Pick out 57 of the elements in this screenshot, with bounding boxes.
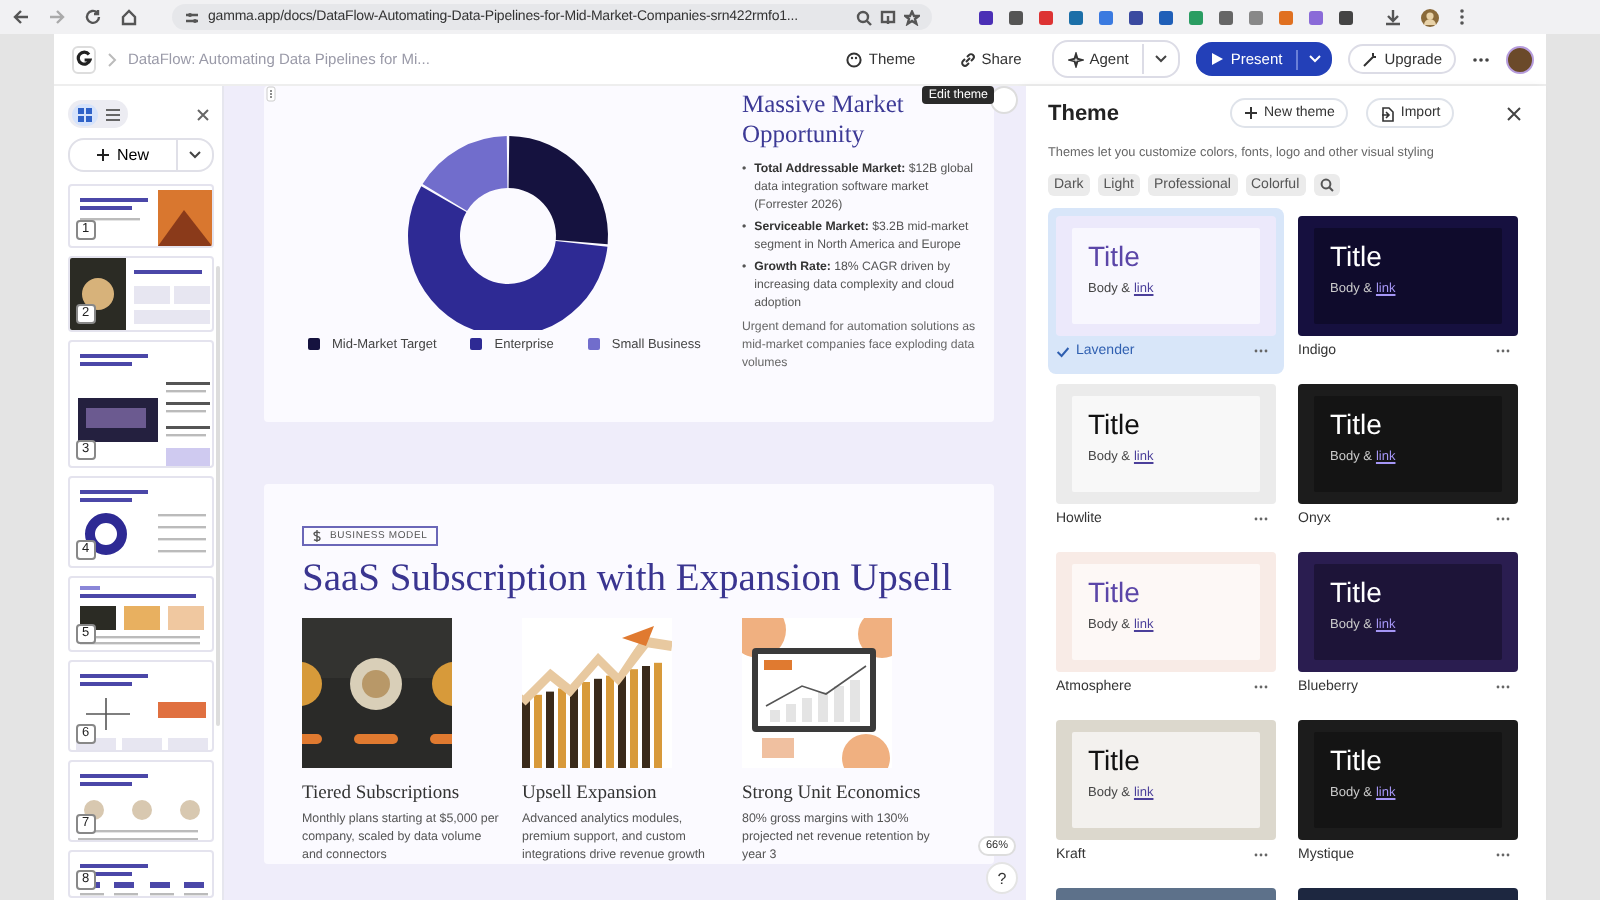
profile-avatar-icon[interactable] [1420,7,1440,27]
theme-sample-title: Title [1330,408,1384,440]
slide-heading: Massive Market Opportunity [742,90,906,150]
column-heading: Strong Unit Economics [742,784,923,804]
theme-sample-title: Title [1330,240,1384,272]
theme-sample-title: Title [1330,744,1384,776]
download-icon[interactable] [1384,8,1402,26]
more-icon[interactable] [1254,852,1268,858]
slide-menu-icon[interactable] [266,86,276,102]
grid-icon [75,105,93,123]
plus-icon [1244,106,1258,120]
more-icon[interactable] [1496,348,1510,354]
reload-icon[interactable] [84,8,102,26]
logo-icon[interactable] [72,45,96,73]
caret-icon[interactable] [1154,54,1169,64]
help-button[interactable]: ? [986,862,1018,894]
theme-sample-title: Title [1088,576,1142,608]
more-icon[interactable] [1254,516,1268,522]
link-icon [959,51,976,67]
list-icon [103,105,121,123]
theme-sample-title: Title [1088,744,1142,776]
more-icon[interactable] [1496,852,1510,858]
chevron-icon [106,51,118,67]
magic-wand-icon [1362,51,1379,67]
slide-title: SaaS Subscription with Expansion Upsell [302,558,954,602]
grid-view-toggle[interactable] [71,103,97,125]
theme-sample-title: Title [1088,240,1142,272]
search-button[interactable] [1313,174,1340,196]
home-icon[interactable] [120,8,138,26]
install-icon[interactable] [880,9,896,25]
plus-icon [96,148,111,162]
more-menu-icon[interactable] [1458,8,1466,26]
play-icon [1210,52,1225,66]
panel-title: Theme [1048,101,1121,125]
close-icon[interactable] [196,107,210,121]
theme-sample-title: Title [1088,408,1142,440]
site-settings-icon[interactable] [184,9,200,25]
more-icon[interactable] [1472,55,1490,63]
more-icon[interactable] [1254,348,1268,354]
slide-preview-drawing [70,258,212,330]
caret-icon[interactable] [188,150,202,160]
zoom-icon[interactable] [856,9,872,25]
column-heading: Upsell Expansion [522,784,659,804]
more-icon[interactable] [1496,516,1510,522]
dollar-icon [312,530,322,542]
user-avatar[interactable] [1506,45,1534,73]
theme-sample-title: Title [1330,576,1384,608]
more-icon[interactable] [1496,684,1510,690]
more-icon[interactable] [1254,684,1268,690]
import-icon [1380,105,1395,121]
bookmark-star-icon[interactable] [904,9,920,25]
back-icon[interactable] [12,8,30,26]
check-icon [1056,345,1070,357]
column-heading: Tiered Subscriptions [302,784,462,804]
sparkle-icon [1067,51,1084,67]
close-icon[interactable] [1506,105,1522,121]
search-icon [1319,178,1334,192]
